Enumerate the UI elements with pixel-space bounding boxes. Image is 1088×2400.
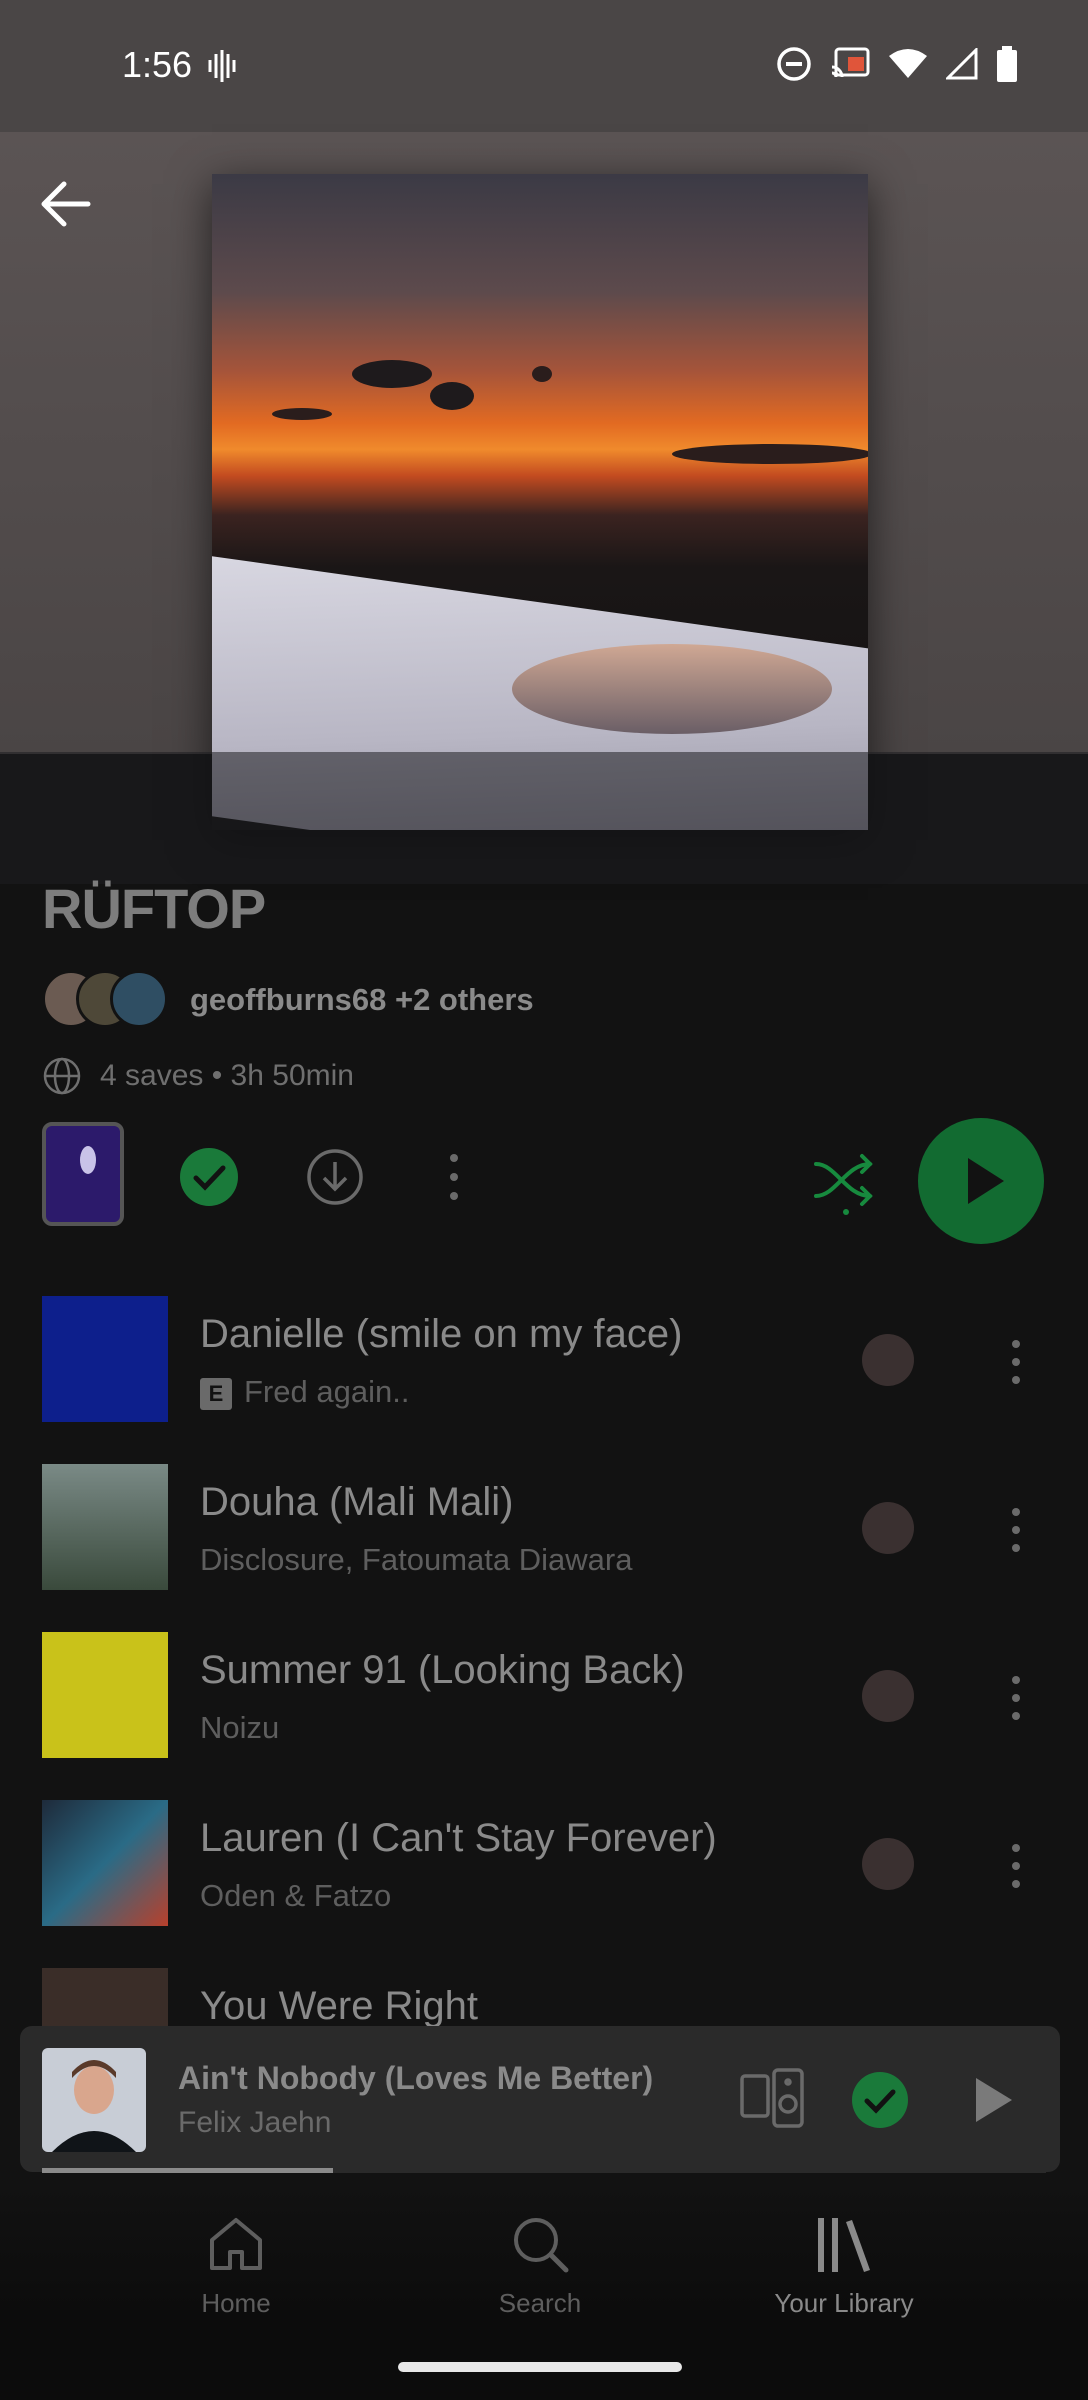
scroll-fade-overlay (0, 752, 1088, 884)
check-icon (864, 2089, 896, 2114)
track-title: Danielle (smile on my face) (200, 1312, 683, 1356)
download-button[interactable] (306, 1148, 364, 1206)
wifi-icon (888, 48, 928, 85)
do-not-disturb-icon (776, 46, 812, 87)
track-more-button[interactable] (1004, 1332, 1028, 1392)
play-button[interactable] (918, 1118, 1044, 1244)
track-title: Lauren (I Can't Stay Forever) (200, 1816, 717, 1860)
explicit-badge: E (200, 1377, 232, 1410)
track-artwork (42, 1632, 168, 1758)
added-by-avatar (862, 1502, 914, 1554)
track-more-button[interactable] (1004, 1500, 1028, 1560)
track-artist: Noizu (200, 1710, 280, 1745)
track-row[interactable]: Summer 91 (Looking Back) Noizu (0, 1632, 1088, 1760)
more-vertical-icon (1012, 1340, 1020, 1384)
more-vertical-icon (450, 1154, 458, 1200)
mini-play-button[interactable] (964, 2072, 1020, 2128)
back-button[interactable] (36, 172, 100, 236)
more-vertical-icon (1012, 1508, 1020, 1552)
back-arrow-icon (41, 181, 91, 227)
globe-icon (43, 1057, 81, 1095)
added-by-avatar (862, 1670, 914, 1722)
play-icon (976, 2078, 1012, 2122)
track-more-button[interactable] (1004, 1836, 1028, 1896)
playlist-stats: 4 saves • 3h 50min (100, 1059, 354, 1092)
playlist-preview-button[interactable] (42, 1122, 124, 1226)
track-artwork (42, 1464, 168, 1590)
avatar (110, 970, 168, 1028)
now-playing-artwork (42, 2048, 146, 2152)
track-title: You Were Right (200, 1984, 478, 2028)
connect-devices-button[interactable] (740, 2068, 804, 2128)
saved-button[interactable] (180, 1148, 238, 1206)
status-time: 1:56 (122, 44, 193, 85)
now-playing-title: Ain't Nobody (Loves Me Better) (178, 2060, 654, 2096)
status-bar: 1:56 (0, 0, 1088, 132)
devices-icon (740, 2068, 804, 2128)
cover-engine (512, 644, 832, 734)
mini-saved-button[interactable] (852, 2072, 908, 2128)
vibrate-icon (206, 48, 238, 89)
search-icon (514, 2218, 569, 2273)
track-artist: Disclosure, Fatoumata Diawara (200, 1542, 633, 1577)
track-more-button[interactable] (1004, 1668, 1028, 1728)
more-vertical-icon (1012, 1844, 1020, 1888)
cast-icon (830, 47, 870, 86)
play-icon (968, 1158, 1004, 1204)
track-row[interactable]: Douha (Mali Mali) Disclosure, Fatoumata … (0, 1464, 1088, 1592)
more-options-button[interactable] (430, 1148, 478, 1206)
more-vertical-icon (1012, 1676, 1020, 1720)
check-icon (193, 1165, 226, 1191)
playback-progress (42, 2168, 1046, 2173)
track-artwork (42, 1800, 168, 1926)
home-indicator[interactable] (398, 2362, 682, 2372)
nav-home[interactable]: Home (136, 2212, 336, 2319)
nav-library-label: Your Library (774, 2288, 914, 2318)
track-artist-line: E Fred again.. (200, 1374, 409, 1410)
playback-progress-fill (42, 2168, 334, 2173)
nav-search-label: Search (498, 2288, 582, 2318)
nav-home-label: Home (201, 2288, 271, 2318)
track-artist: Oden & Fatzo (200, 1878, 392, 1913)
added-by-avatar (862, 1838, 914, 1890)
playlist-cover (212, 174, 868, 830)
track-title: Summer 91 (Looking Back) (200, 1648, 685, 1692)
download-icon (307, 1149, 363, 1205)
artist-photo (52, 2060, 136, 2152)
preview-thumbnail-icon (80, 1146, 96, 1174)
signal-icon (944, 46, 978, 85)
library-icon (818, 2218, 870, 2272)
action-row (42, 1118, 1046, 1248)
added-by-avatar (862, 1334, 914, 1386)
track-row[interactable]: Lauren (I Can't Stay Forever) Oden & Fat… (0, 1800, 1088, 1928)
track-artist: Fred again.. (244, 1374, 410, 1409)
now-playing-artist: Felix Jaehn (178, 2106, 332, 2139)
mini-player[interactable]: Ain't Nobody (Loves Me Better) Felix Jae… (20, 2026, 1060, 2172)
track-row[interactable]: Danielle (smile on my face) E Fred again.… (0, 1296, 1088, 1424)
nav-search[interactable]: Search (440, 2212, 640, 2319)
shuffle-icon (814, 1154, 873, 1215)
nav-library[interactable]: Your Library (744, 2212, 944, 2319)
shuffle-button[interactable] (812, 1146, 882, 1216)
playlist-owners[interactable]: geoffburns68 +2 others (190, 982, 534, 1018)
track-artwork (42, 1296, 168, 1422)
track-title: Douha (Mali Mali) (200, 1480, 514, 1524)
playlist-meta: 4 saves • 3h 50min (42, 1056, 354, 1096)
owner-avatars[interactable] (42, 970, 172, 1028)
battery-icon (996, 46, 1018, 87)
playlist-title: RÜFTOP (42, 877, 266, 940)
home-icon (210, 2218, 262, 2270)
